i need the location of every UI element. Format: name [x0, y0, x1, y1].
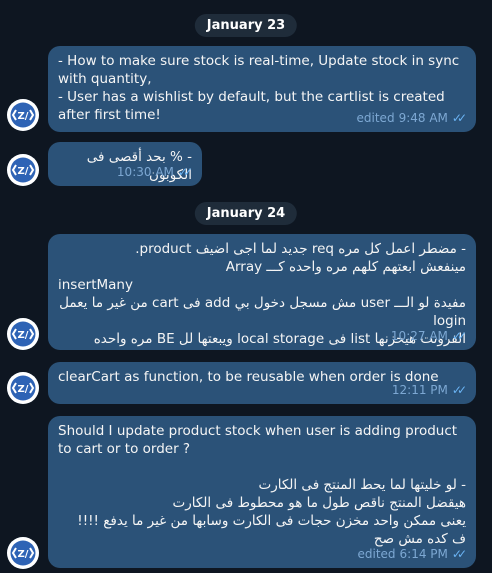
message-text: insertMany [58, 277, 133, 293]
message-time: 9:48 AM [398, 111, 448, 125]
message-meta: edited 9:48 AM ✓✓ [356, 109, 468, 127]
avatar[interactable]: Z/ [7, 537, 39, 569]
edited-label: edited [356, 111, 395, 125]
message-text: - مضطر اعمل كل مره req جديد لما اجى اضيف… [135, 241, 466, 275]
svg-text:Z/: Z/ [18, 111, 29, 122]
message-meta: 12:11 PM ✓✓ [391, 381, 467, 399]
message-time: 10:27 AM [390, 329, 448, 343]
message-bubble[interactable]: Should I update product stock when user … [48, 416, 476, 568]
svg-text:Z/: Z/ [18, 549, 29, 560]
edited-label: edited [357, 547, 396, 561]
svg-text:Z/: Z/ [18, 384, 29, 395]
double-check-icon: ✓✓ [451, 111, 467, 125]
zl-logo-icon: Z/ [7, 537, 39, 569]
zl-logo-icon: Z/ [7, 318, 39, 350]
avatar[interactable]: Z/ [7, 372, 39, 404]
message-meta: 10:30 AM ✓✓ [116, 163, 193, 181]
avatar[interactable]: Z/ [7, 99, 39, 131]
double-check-icon: ✓✓ [177, 165, 193, 179]
avatar[interactable]: Z/ [7, 318, 39, 350]
double-check-icon: ✓✓ [451, 383, 467, 397]
message-text: Should I update product stock when user … [58, 423, 462, 457]
double-check-icon: ✓✓ [451, 547, 467, 561]
zl-logo-icon: Z/ [7, 154, 39, 186]
zl-logo-icon: Z/ [7, 372, 39, 404]
message-bubble[interactable]: - مضطر اعمل كل مره req جديد لما اجى اضيف… [48, 234, 476, 350]
message-bubble[interactable]: clearCart as function, to be reusable wh… [48, 362, 476, 404]
svg-text:Z/: Z/ [18, 166, 29, 177]
date-separator: January 24 [194, 202, 298, 225]
message-meta: 10:27 AM ✓✓ [390, 327, 467, 345]
message-meta: edited 6:14 PM ✓✓ [357, 545, 467, 563]
message-time: 10:30 AM [116, 165, 174, 179]
message-bubble[interactable]: - % بحد أقصى فى الكوبون 10:30 AM ✓✓ [48, 142, 202, 186]
avatar[interactable]: Z/ [7, 154, 39, 186]
message-text: - لو خليتها لما يحط المنتج فى الكارت هيق… [77, 477, 466, 547]
message-bubble[interactable]: - How to make sure stock is real-time, U… [48, 46, 476, 132]
message-time: 6:14 PM [399, 547, 448, 561]
message-time: 12:11 PM [391, 383, 448, 397]
zl-logo-icon: Z/ [7, 99, 39, 131]
date-separator: January 23 [194, 14, 298, 37]
svg-text:Z/: Z/ [18, 330, 29, 341]
double-check-icon: ✓✓ [451, 329, 467, 343]
